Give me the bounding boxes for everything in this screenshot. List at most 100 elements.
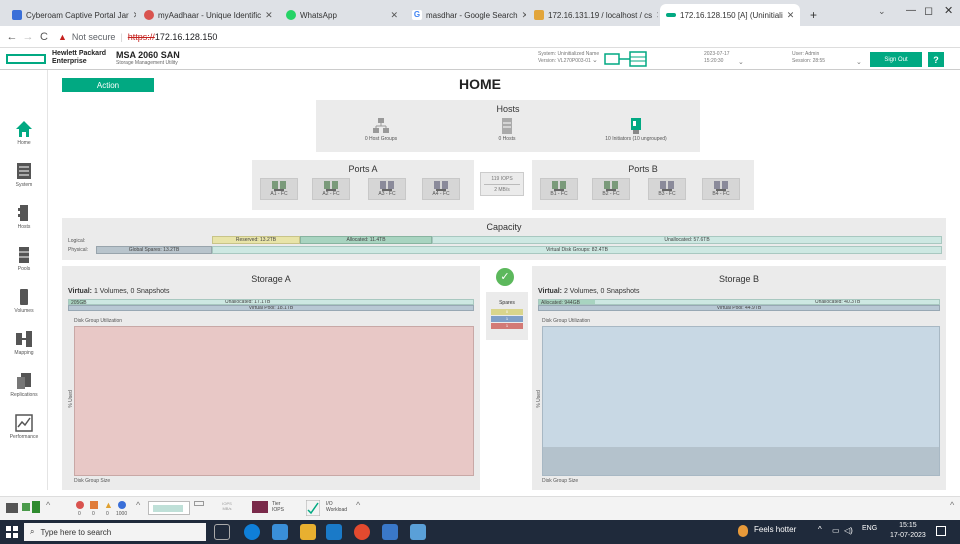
- hosts-item[interactable]: 0 Hosts: [472, 118, 542, 142]
- notifications-icon[interactable]: [936, 526, 946, 536]
- expand-up-icon[interactable]: ^: [46, 500, 50, 510]
- close-tab-icon[interactable]: ✕: [656, 10, 658, 21]
- search-placeholder: Type here to search: [40, 527, 112, 537]
- expand-up-icon[interactable]: ^: [136, 500, 140, 510]
- health-ok-icon[interactable]: ✓: [496, 268, 514, 286]
- tab-search-icon[interactable]: ⌄: [878, 6, 886, 17]
- port-a1[interactable]: A1 - FC: [260, 178, 298, 200]
- sidebar-item-volumes[interactable]: Volumes: [0, 288, 48, 314]
- expand-up-icon[interactable]: ^: [950, 500, 954, 510]
- user-info[interactable]: User: Admin Session: 28:55: [792, 51, 825, 65]
- network-icon[interactable]: ▭: [832, 526, 840, 535]
- weather-icon[interactable]: [738, 525, 748, 537]
- url-field[interactable]: ▲ Not secure | https://172.16.128.150: [58, 32, 217, 42]
- reload-icon[interactable]: C: [36, 31, 52, 43]
- browser-tab[interactable]: Cyberoam Captive Portal Jar ✕: [6, 4, 136, 26]
- port-b4[interactable]: B4 - FC: [702, 178, 740, 200]
- host-io-graph[interactable]: [148, 501, 190, 515]
- reserved-bar[interactable]: Reserved: 13.2TB: [212, 236, 300, 244]
- language-indicator[interactable]: ENG: [862, 525, 877, 532]
- sidebar-item-mapping[interactable]: Mapping: [0, 330, 48, 356]
- port-label: B4 - FC: [712, 191, 730, 197]
- browser-tab[interactable]: G masdhar - Google Search ✕: [406, 4, 526, 26]
- port-b3[interactable]: B3 - FC: [648, 178, 686, 200]
- tier-icon[interactable]: [252, 501, 268, 513]
- new-tab-button[interactable]: +: [804, 4, 824, 26]
- close-tab-icon[interactable]: ✕: [133, 10, 136, 21]
- storage-b-utilization-chart[interactable]: [542, 326, 940, 476]
- url-host: 172.16.128.150: [154, 31, 218, 42]
- date-chevron-down-icon[interactable]: ⌄: [738, 58, 744, 66]
- system-chevron-down-icon[interactable]: ⌄: [592, 56, 598, 64]
- port-a4[interactable]: A4 - FC: [422, 178, 460, 200]
- browser-tab-active[interactable]: 172.16.128.150 [A] (Uninitiali ✕: [660, 4, 800, 26]
- help-button[interactable]: ?: [928, 52, 944, 67]
- minimize-icon[interactable]: —: [906, 5, 916, 16]
- close-tab-icon[interactable]: ✕: [390, 10, 398, 21]
- port-b1[interactable]: B1 - FC: [540, 178, 578, 200]
- taskbar-search-input[interactable]: ⌕ Type here to search: [24, 523, 206, 541]
- volume-icon[interactable]: ◁): [844, 526, 853, 535]
- throughput-box[interactable]: 119 IOPS 2 MB/s: [480, 172, 524, 196]
- sidebar-item-home[interactable]: Home: [0, 120, 48, 146]
- system-datetime[interactable]: 2023-07-17 15:20:30: [704, 51, 730, 65]
- info-alerts-icon[interactable]: [118, 501, 126, 509]
- iops-mbs-meter[interactable]: IOPS MB/s: [212, 501, 242, 515]
- virtual-disk-groups-bar[interactable]: Virtual Disk Groups: 82.4TB: [212, 246, 942, 254]
- not-secure-label[interactable]: Not secure: [72, 32, 116, 42]
- system-status-icon[interactable]: [6, 503, 18, 513]
- sidebar-item-performance[interactable]: Performance: [0, 414, 48, 440]
- close-tab-icon[interactable]: ✕: [522, 10, 526, 21]
- action-button[interactable]: Action: [62, 78, 154, 92]
- close-tab-icon[interactable]: ✕: [265, 10, 273, 21]
- system-info[interactable]: System: Uninitialized Name Version: VL27…: [538, 51, 599, 65]
- port-a3[interactable]: A3 - FC: [368, 178, 406, 200]
- browser-tab[interactable]: WhatsApp ✕: [280, 4, 404, 26]
- forward-icon[interactable]: →: [20, 31, 36, 43]
- io-workload-icon[interactable]: [306, 500, 320, 516]
- host-groups-item[interactable]: 0 Host Groups: [346, 118, 416, 142]
- sidebar-item-hosts[interactable]: Hosts: [0, 204, 48, 230]
- port-a2[interactable]: A2 - FC: [312, 178, 350, 200]
- sidebar-item-replications[interactable]: Replications: [0, 372, 48, 398]
- browser-tab[interactable]: myAadhaar - Unique Identific ✕: [138, 4, 278, 26]
- sign-out-button[interactable]: Sign Out: [870, 52, 922, 67]
- close-window-icon[interactable]: ✕: [944, 4, 953, 17]
- expand-up-icon[interactable]: ^: [356, 500, 360, 510]
- close-tab-icon[interactable]: ✕: [787, 10, 795, 21]
- browser-tab[interactable]: 172.16.131.19 / localhost / cs ✕: [528, 4, 658, 26]
- storage-a-pool-bar[interactable]: Virtual Pool: 18.1TB: [68, 305, 474, 311]
- global-spares-bar[interactable]: Global Spares: 13.2TB: [96, 246, 212, 254]
- user-chevron-down-icon[interactable]: ⌄: [856, 58, 862, 66]
- warning-alerts-icon[interactable]: ▲: [104, 500, 113, 510]
- weather-text[interactable]: Feels hotter: [754, 525, 796, 534]
- sidebar-item-pools[interactable]: Pools: [0, 246, 48, 272]
- mail-icon[interactable]: [326, 524, 342, 540]
- allocated-bar[interactable]: Allocated: 11.4TB: [300, 236, 432, 244]
- tray-chevron-up-icon[interactable]: ^: [818, 525, 822, 534]
- back-icon[interactable]: ←: [4, 31, 20, 43]
- edge-icon[interactable]: [244, 524, 260, 540]
- file-explorer-icon[interactable]: [300, 524, 316, 540]
- task-view-icon[interactable]: [214, 524, 230, 540]
- store-icon[interactable]: [272, 524, 288, 540]
- sidebar-item-system[interactable]: System: [0, 162, 48, 188]
- app-icon[interactable]: [382, 524, 398, 540]
- storage-a-utilization-chart[interactable]: [74, 326, 474, 476]
- unallocated-bar[interactable]: Unallocated: 57.6TB: [432, 236, 942, 244]
- app-icon[interactable]: [410, 524, 426, 540]
- health-status-icon[interactable]: [22, 503, 30, 511]
- controller-ok-icon[interactable]: [32, 501, 40, 513]
- maximize-icon[interactable]: ◻: [924, 4, 933, 17]
- port-b2[interactable]: B2 - FC: [592, 178, 630, 200]
- taskbar-clock[interactable]: 15:15 17-07-2023: [890, 521, 926, 541]
- chrome-icon[interactable]: [354, 524, 370, 540]
- storage-b-pool-bar[interactable]: Virtual Pool: 44.9TB: [538, 305, 940, 311]
- spares-box[interactable]: Spares 0 1 1: [486, 292, 528, 340]
- windows-start-icon[interactable]: [6, 526, 18, 538]
- critical-alerts-icon[interactable]: [76, 501, 84, 509]
- error-alerts-icon[interactable]: [90, 501, 98, 509]
- storage-b-panel: Storage B Virtual: 2 Volumes, 0 Snapshot…: [532, 266, 946, 490]
- initiators-item[interactable]: 10 Initiators (10 ungrouped): [586, 118, 686, 142]
- controllers-status-icon[interactable]: [604, 51, 648, 67]
